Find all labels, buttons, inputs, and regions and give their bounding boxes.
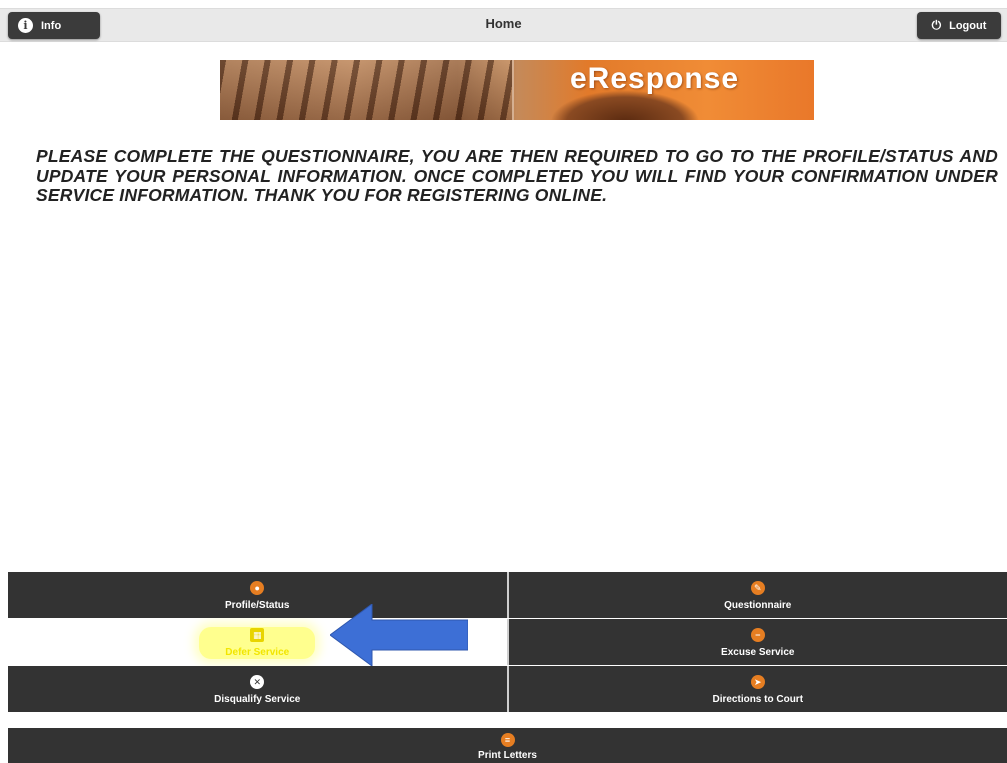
power-icon: ⏻ — [931, 18, 942, 32]
logout-label: Logout — [949, 19, 987, 32]
questionnaire-button[interactable]: ✎ Questionnaire — [506, 572, 1007, 618]
service-menu: ● Profile/Status ✎ Questionnaire ▦ Defer… — [8, 572, 1007, 713]
top-header: Home i Info ⏻ Logout — [0, 8, 1007, 42]
print-letters-label: Print Letters — [478, 750, 537, 761]
menu-label: Profile/Status — [225, 600, 290, 611]
info-icon: i — [18, 18, 33, 33]
disqualify-service-button[interactable]: ✕ Disqualify Service — [8, 666, 507, 712]
eresponse-banner: eResponse — [220, 60, 814, 120]
logout-button[interactable]: ⏻ Logout — [917, 12, 1001, 39]
excuse-service-button[interactable]: − Excuse Service — [506, 619, 1007, 665]
menu-label: Disqualify Service — [214, 694, 301, 705]
list-icon: ≡ — [500, 733, 515, 747]
menu-row: ● Profile/Status ✎ Questionnaire — [8, 572, 1007, 618]
pencil-icon: ✎ — [750, 581, 765, 595]
calendar-icon: ▦ — [250, 628, 265, 642]
menu-label: Excuse Service — [721, 647, 795, 658]
page-title: Home — [485, 16, 522, 31]
menu-label: Directions to Court — [712, 694, 804, 705]
info-button[interactable]: i Info — [8, 12, 100, 39]
menu-label: Defer Service — [225, 647, 290, 658]
courtroom-seats-image — [220, 60, 512, 120]
minus-circle-icon: − — [750, 628, 765, 642]
menu-row: ✕ Disqualify Service ➤ Directions to Cou… — [8, 666, 1007, 712]
navigation-arrow-icon: ➤ — [750, 675, 765, 689]
menu-row: ▦ Defer Service − Excuse Service — [8, 619, 1007, 665]
banner-brand: eResponse — [570, 62, 740, 95]
x-circle-icon: ✕ — [250, 675, 265, 689]
menu-label: Questionnaire — [724, 600, 792, 611]
print-letters-button[interactable]: ≡ Print Letters — [8, 728, 1007, 763]
instructions-message: PLEASE COMPLETE THE QUESTIONNAIRE, YOU A… — [36, 146, 998, 205]
blue-arrow-annotation — [330, 604, 468, 666]
directions-to-court-button[interactable]: ➤ Directions to Court — [506, 666, 1007, 712]
user-icon: ● — [250, 581, 265, 595]
info-label: Info — [41, 19, 62, 32]
